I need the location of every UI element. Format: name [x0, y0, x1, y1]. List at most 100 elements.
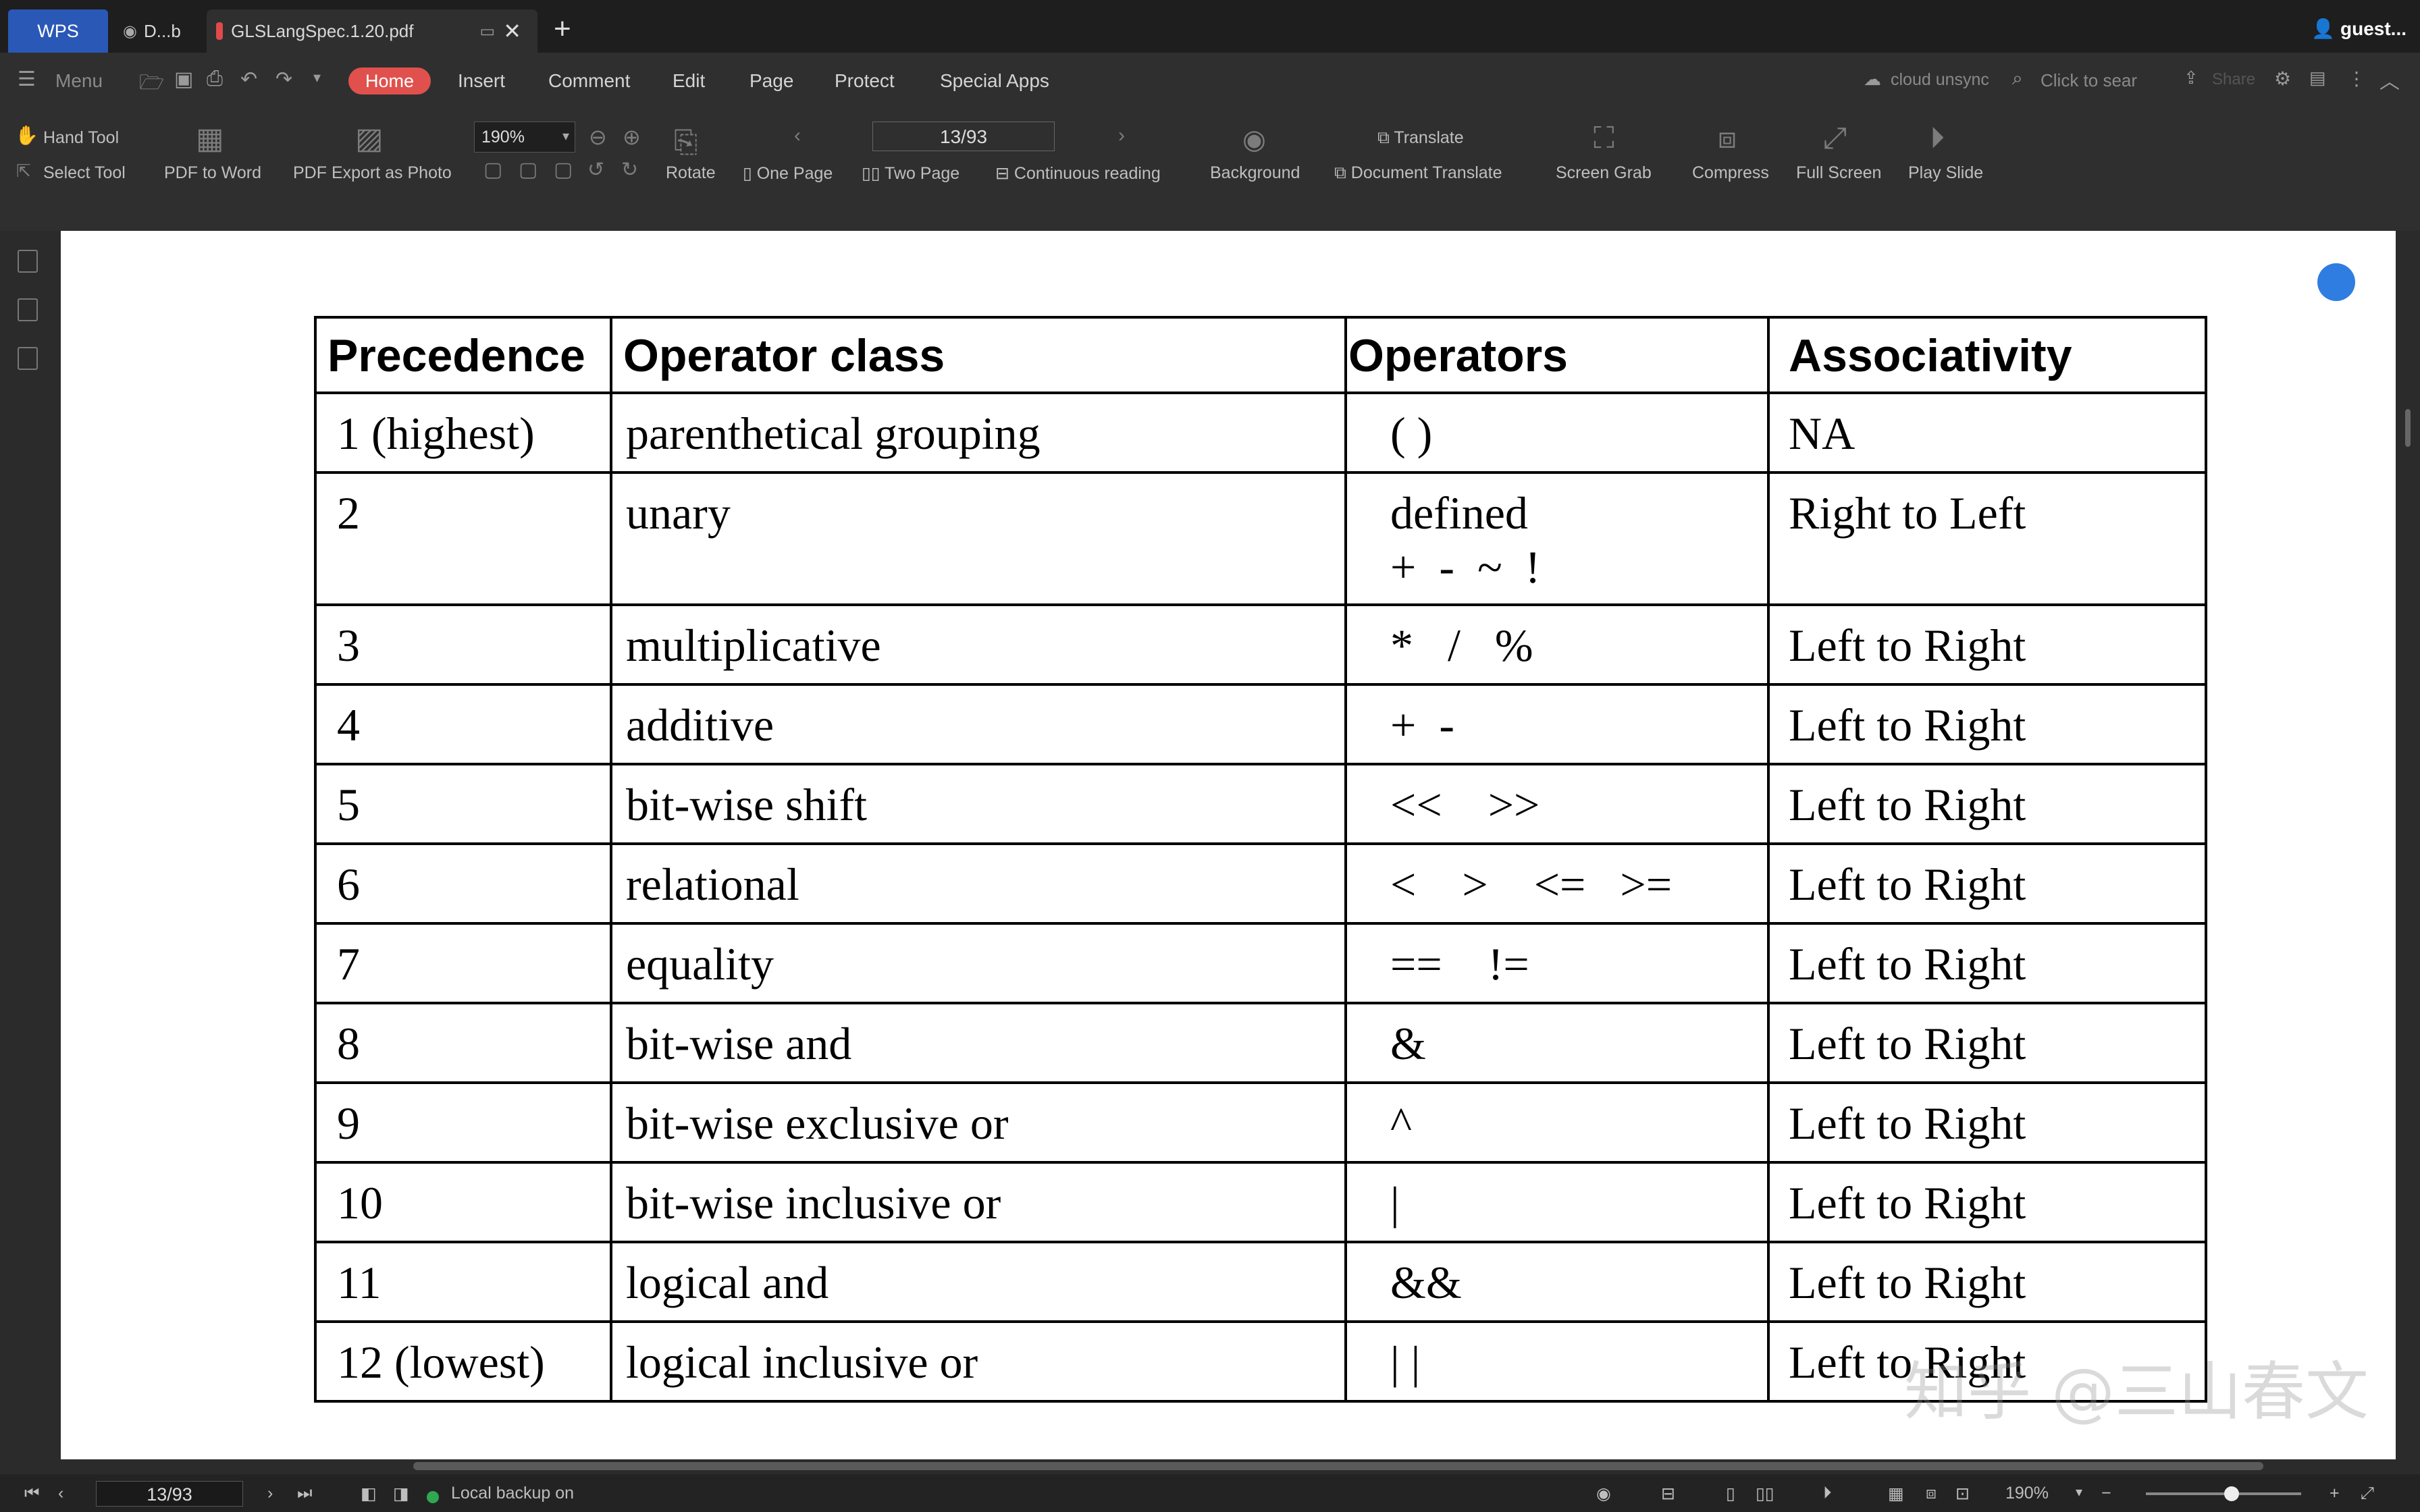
- zoom-dropdown-icon[interactable]: ▾: [2076, 1484, 2082, 1501]
- horizontal-scroll-thumb[interactable]: [413, 1462, 2263, 1470]
- compress-button[interactable]: Compress: [1692, 163, 1769, 183]
- play-status-icon[interactable]: ⏵: [1823, 1484, 1832, 1503]
- zoom-select[interactable]: 190% ▾: [474, 122, 575, 153]
- fullscreen-status-icon[interactable]: ⤢: [2361, 1484, 2374, 1503]
- eye-status-icon[interactable]: ◉: [1596, 1484, 1611, 1504]
- fit-width-status-icon[interactable]: ⊟: [1661, 1484, 1675, 1504]
- fit-width-icon[interactable]: ▢: [554, 158, 573, 182]
- prev-view-icon[interactable]: ◧: [361, 1484, 377, 1504]
- print-icon[interactable]: ⎙: [207, 68, 223, 90]
- zoom-out-icon[interactable]: ⊖: [589, 124, 607, 150]
- more-icon[interactable]: ⋮: [2347, 68, 2366, 90]
- collapse-icon[interactable]: ︿: [2379, 65, 2400, 94]
- page-number-input[interactable]: 13/93: [872, 122, 1055, 151]
- tab-pdf-active[interactable]: GLSLangSpec.1.20.pdf ▭ ✕: [207, 9, 537, 53]
- zoom-slider-track[interactable]: [2146, 1492, 2301, 1495]
- status-zoom-value[interactable]: 190%: [2005, 1484, 2049, 1503]
- crop-status-icon[interactable]: ⧈: [1926, 1484, 1937, 1503]
- new-tab-icon[interactable]: +: [554, 12, 571, 46]
- zoom-in-icon[interactable]: ⊕: [623, 124, 641, 150]
- background-button[interactable]: Background: [1210, 163, 1300, 183]
- translate-label: Translate: [1394, 128, 1464, 147]
- zoom-in-status-icon[interactable]: +: [2330, 1484, 2340, 1503]
- bookmark-icon[interactable]: [18, 250, 38, 273]
- close-icon[interactable]: ✕: [503, 18, 521, 44]
- hand-tool-button[interactable]: Hand Tool: [43, 128, 119, 148]
- pdf-to-word-button[interactable]: PDF to Word: [164, 163, 261, 183]
- save-icon[interactable]: ▣: [174, 68, 193, 91]
- translate-icon: ⧉: [1377, 128, 1394, 147]
- precedence-cell: 10: [314, 1161, 612, 1243]
- chat-icon[interactable]: ▤: [2309, 68, 2326, 88]
- menu-insert[interactable]: Insert: [458, 70, 505, 92]
- menu-home[interactable]: Home: [348, 68, 431, 94]
- pdf-export-photo-button[interactable]: PDF Export as Photo: [293, 163, 452, 183]
- tab-document[interactable]: ◉ D...b: [115, 9, 203, 53]
- one-page-button[interactable]: ▯ One Page: [743, 163, 833, 184]
- open-folder-icon[interactable]: 🗁: [139, 68, 164, 102]
- menu-protect[interactable]: Protect: [835, 70, 895, 92]
- prev-page-status-icon[interactable]: ‹: [58, 1484, 63, 1503]
- screen-grab-icon: ⛶: [1594, 122, 1614, 155]
- rotate-button[interactable]: Rotate: [666, 163, 716, 183]
- table-row: 9 bit-wise exclusive or ^ Left to Right: [314, 1081, 2207, 1164]
- tab-wps-home[interactable]: WPS: [8, 9, 108, 53]
- redo-icon[interactable]: ↷: [275, 68, 292, 91]
- hamburger-icon[interactable]: ☰: [18, 68, 36, 91]
- menu-comment[interactable]: Comment: [548, 70, 630, 92]
- backup-status[interactable]: Local backup on: [451, 1484, 574, 1503]
- first-page-icon[interactable]: ⏮: [24, 1484, 40, 1503]
- undo-icon[interactable]: ↶: [240, 68, 257, 91]
- next-page-status-icon[interactable]: ›: [267, 1484, 273, 1503]
- menu-label[interactable]: Menu: [55, 70, 103, 92]
- last-page-icon[interactable]: ⏭: [297, 1484, 313, 1503]
- select-tool-button[interactable]: Select Tool: [43, 163, 126, 183]
- photo-icon: ▨: [355, 122, 384, 155]
- next-view-icon[interactable]: ◨: [393, 1484, 409, 1504]
- document-translate-button[interactable]: ⧉ Document Translate: [1334, 163, 1502, 183]
- next-page-icon[interactable]: ›: [1118, 124, 1125, 147]
- gear-icon[interactable]: ⚙: [2274, 68, 2291, 90]
- comment-status-icon[interactable]: ⊡: [1955, 1484, 1970, 1504]
- continuous-reading-button[interactable]: ⊟ Continuous reading: [995, 163, 1161, 184]
- pdf-icon: [216, 22, 223, 40]
- menu-special-apps[interactable]: Special Apps: [940, 70, 1049, 92]
- menu-edit[interactable]: Edit: [673, 70, 705, 92]
- status-page-input[interactable]: 13/93: [96, 1481, 243, 1507]
- double-page-status-icon[interactable]: ▯▯: [1756, 1484, 1774, 1504]
- rotate-right-icon[interactable]: ↻: [621, 158, 638, 182]
- translate-button[interactable]: ⧉ Translate: [1377, 128, 1464, 148]
- precedence-cell: 12 (lowest): [314, 1320, 612, 1403]
- share-label[interactable]: Share: [2212, 70, 2255, 89]
- fit-page-icon[interactable]: ▢: [519, 158, 537, 182]
- outline-icon[interactable]: [18, 347, 38, 370]
- monitor-icon[interactable]: ▭: [480, 22, 496, 41]
- operators-cell: | |: [1344, 1320, 1770, 1403]
- prev-page-icon[interactable]: ‹: [794, 124, 801, 147]
- menu-page[interactable]: Page: [749, 70, 793, 92]
- search-input[interactable]: Click to sear: [2041, 70, 2137, 91]
- table-row: 6 relational < > <= >= Left to Right: [314, 842, 2207, 925]
- user-account[interactable]: 👤 guest...: [2311, 18, 2406, 40]
- layout-status-icon[interactable]: ▦: [1888, 1484, 1904, 1504]
- play-slide-button[interactable]: Play Slide: [1908, 163, 1983, 183]
- cloud-status[interactable]: cloud unsync: [1891, 70, 1989, 90]
- operators-cell: &: [1344, 1002, 1770, 1084]
- rotate-left-icon[interactable]: ↺: [587, 158, 604, 182]
- zoom-out-status-icon[interactable]: −: [2101, 1484, 2111, 1503]
- tab-bar: WPS ◉ D...b GLSLangSpec.1.20.pdf ▭ ✕ + 👤 g…: [0, 0, 2420, 53]
- vertical-scroll-thumb[interactable]: [2405, 409, 2411, 447]
- floating-action-button[interactable]: [2317, 263, 2355, 301]
- screen-grab-button[interactable]: Screen Grab: [1556, 163, 1652, 183]
- customize-dropdown-icon[interactable]: ▾: [313, 69, 321, 86]
- zoom-slider-knob[interactable]: [2224, 1486, 2239, 1501]
- two-page-button[interactable]: ▯▯ Two Page: [862, 163, 959, 184]
- full-screen-button[interactable]: Full Screen: [1796, 163, 1881, 183]
- tab-pdf-label: GLSLangSpec.1.20.pdf: [231, 20, 414, 41]
- thumbnail-icon[interactable]: [18, 298, 38, 321]
- share-icon[interactable]: ⇪: [2184, 68, 2199, 88]
- pdf-to-word-icon: ▦: [196, 122, 224, 155]
- user-name: guest...: [2340, 18, 2406, 39]
- actual-size-icon[interactable]: ▢: [483, 158, 502, 182]
- single-page-status-icon[interactable]: ▯: [1726, 1484, 1735, 1504]
